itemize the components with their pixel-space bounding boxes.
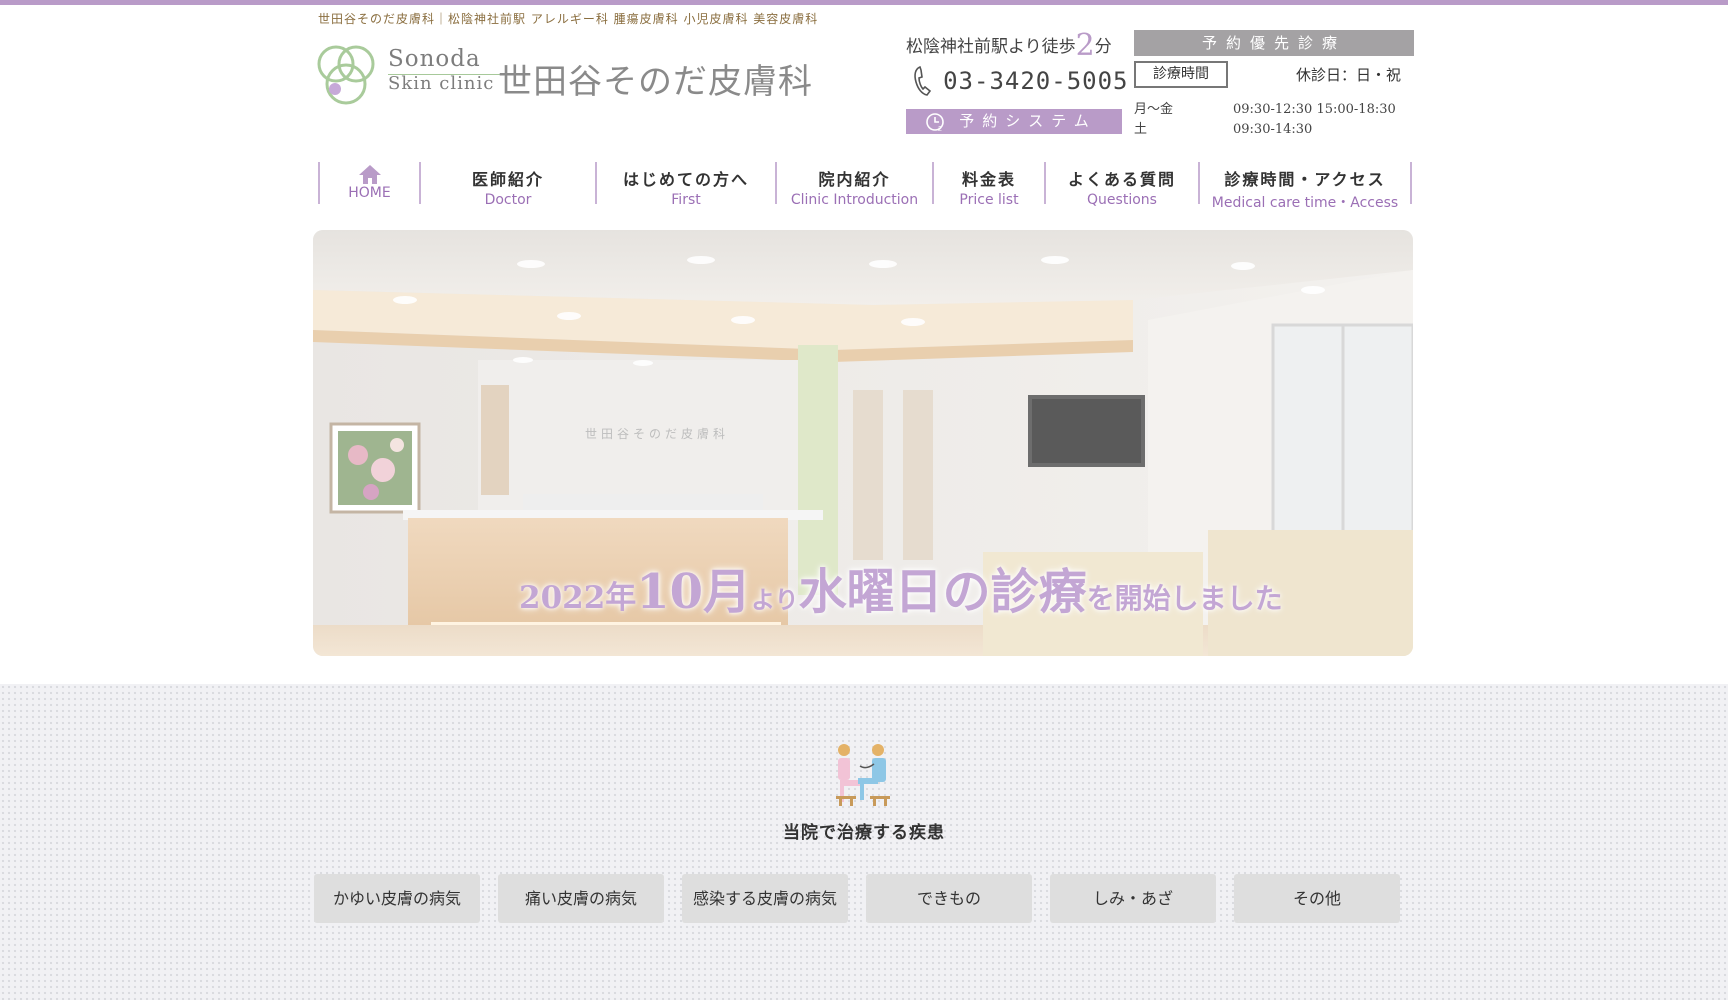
doctor-patient-icon — [834, 742, 894, 810]
category-other-button[interactable]: その他 — [1234, 874, 1400, 923]
category-itchy-skin-button[interactable]: かゆい皮膚の病気 — [314, 874, 480, 923]
nav-label-en: First — [671, 192, 701, 208]
nav-label-en: Medical care time・Access — [1211, 195, 1399, 211]
logo-divider — [388, 74, 500, 75]
nav-label-jp: 院内紹介 — [818, 170, 891, 189]
banner-wednesday: 水曜日の診療 — [798, 564, 1087, 620]
banner-start: を開始しました — [1086, 582, 1283, 615]
nav-label-jp: 医師紹介 — [471, 170, 544, 189]
hours-row: 月～金 09:30-12:30 15:00-18:30 — [1134, 100, 1416, 120]
phone-text: 03-3420-5005 — [943, 67, 1129, 95]
booking-system-label: 予約システム — [959, 112, 1097, 130]
hours-row: 土 09:30-14:30 — [1134, 120, 1416, 140]
nav-price-list[interactable]: 料金表 Price list — [934, 162, 1046, 208]
nav-home[interactable]: HOME — [320, 162, 421, 204]
nav-label-jp: はじめての方へ — [622, 170, 749, 189]
banner-from: より — [751, 585, 799, 614]
booking-system-button[interactable]: 24h 予約システム — [906, 109, 1122, 134]
nav-first[interactable]: はじめての方へ First — [597, 162, 777, 208]
phone-number[interactable]: 03-3420-5005 — [912, 64, 1128, 98]
nav-questions[interactable]: よくある質問 Questions — [1046, 162, 1200, 208]
top-accent-bar — [0, 0, 1728, 5]
priority-booking-badge: 予約優先診療 — [1134, 30, 1414, 56]
category-painful-skin-button[interactable]: 痛い皮膚の病気 — [498, 874, 664, 923]
hours-table: 月～金 09:30-12:30 15:00-18:30 土 09:30-14:3… — [1134, 100, 1416, 140]
treatment-section-title: 当院で治療する疾患 — [783, 823, 945, 843]
nav-access[interactable]: 診療時間・アクセス Medical care time・Access — [1200, 162, 1412, 211]
nav-doctor[interactable]: 医師紹介 Doctor — [421, 162, 597, 208]
closed-days: 休診日：日・祝 — [1296, 66, 1402, 84]
access-info: 松陰神社前駅より徒歩2分 — [906, 28, 1112, 63]
logo-name-en-2: Skin clinic — [388, 73, 495, 94]
logo-name-jp: 世田谷そのだ皮膚科 — [498, 62, 813, 102]
wednesday-notice-banner: 2022年10月より水曜日の診療を開始しました — [519, 552, 1283, 622]
access-minutes: 2 — [1075, 28, 1095, 63]
access-prefix: 松陰神社前駅より徒歩 — [906, 37, 1076, 57]
header-tagline: 世田谷そのだ皮膚科｜松陰神社前駅 アレルギー科 腫瘍皮膚科 小児皮膚科 美容皮膚… — [318, 12, 819, 26]
clinic-logo[interactable]: Sonoda Skin clinic 世田谷そのだ皮膚科 — [312, 38, 832, 110]
nav-label-jp: 診療時間・アクセス — [1224, 170, 1386, 189]
nav-label-en: Questions — [1087, 192, 1157, 208]
nav-clinic-introduction[interactable]: 院内紹介 Clinic Introduction — [777, 162, 934, 208]
nav-label-en: Price list — [959, 192, 1019, 208]
phone-icon — [914, 65, 932, 96]
nav-label-jp: 料金表 — [961, 170, 1016, 189]
nav-label-en: Doctor — [484, 192, 532, 208]
hero-banner[interactable]: 世田谷そのだ皮膚科 2022年10月より水曜日の診療を開始しました — [313, 230, 1413, 656]
hours-days: 月～金 — [1134, 102, 1174, 117]
hours-time: 09:30-14:30 — [1233, 122, 1313, 137]
hours-tag: 診療時間 — [1134, 61, 1228, 88]
banner-month: 10月 — [636, 564, 752, 620]
reception-sign-text: 世田谷そのだ皮膚科 — [585, 426, 729, 441]
logo-mark-icon — [317, 45, 375, 105]
hours-time: 09:30-12:30 15:00-18:30 — [1233, 102, 1396, 117]
category-infectious-skin-button[interactable]: 感染する皮膚の病気 — [682, 874, 848, 923]
main-nav: HOME 医師紹介 Doctor はじめての方へ First 院内紹介 Clin… — [318, 162, 1414, 211]
nav-home-label: HOME — [348, 185, 391, 201]
svg-text:24h: 24h — [938, 126, 948, 132]
access-suffix: 分 — [1094, 37, 1112, 57]
banner-year: 2022年 — [519, 580, 637, 616]
home-icon — [358, 165, 381, 184]
category-lumps-button[interactable]: できもの — [866, 874, 1032, 923]
clock-24h-icon: 24h — [926, 113, 948, 132]
hours-days: 土 — [1134, 122, 1148, 137]
logo-name-en-1: Sonoda — [388, 46, 481, 72]
nav-label-en: Clinic Introduction — [790, 192, 919, 208]
category-spots-birthmarks-button[interactable]: しみ・あざ — [1050, 874, 1216, 923]
nav-label-jp: よくある質問 — [1067, 170, 1176, 189]
